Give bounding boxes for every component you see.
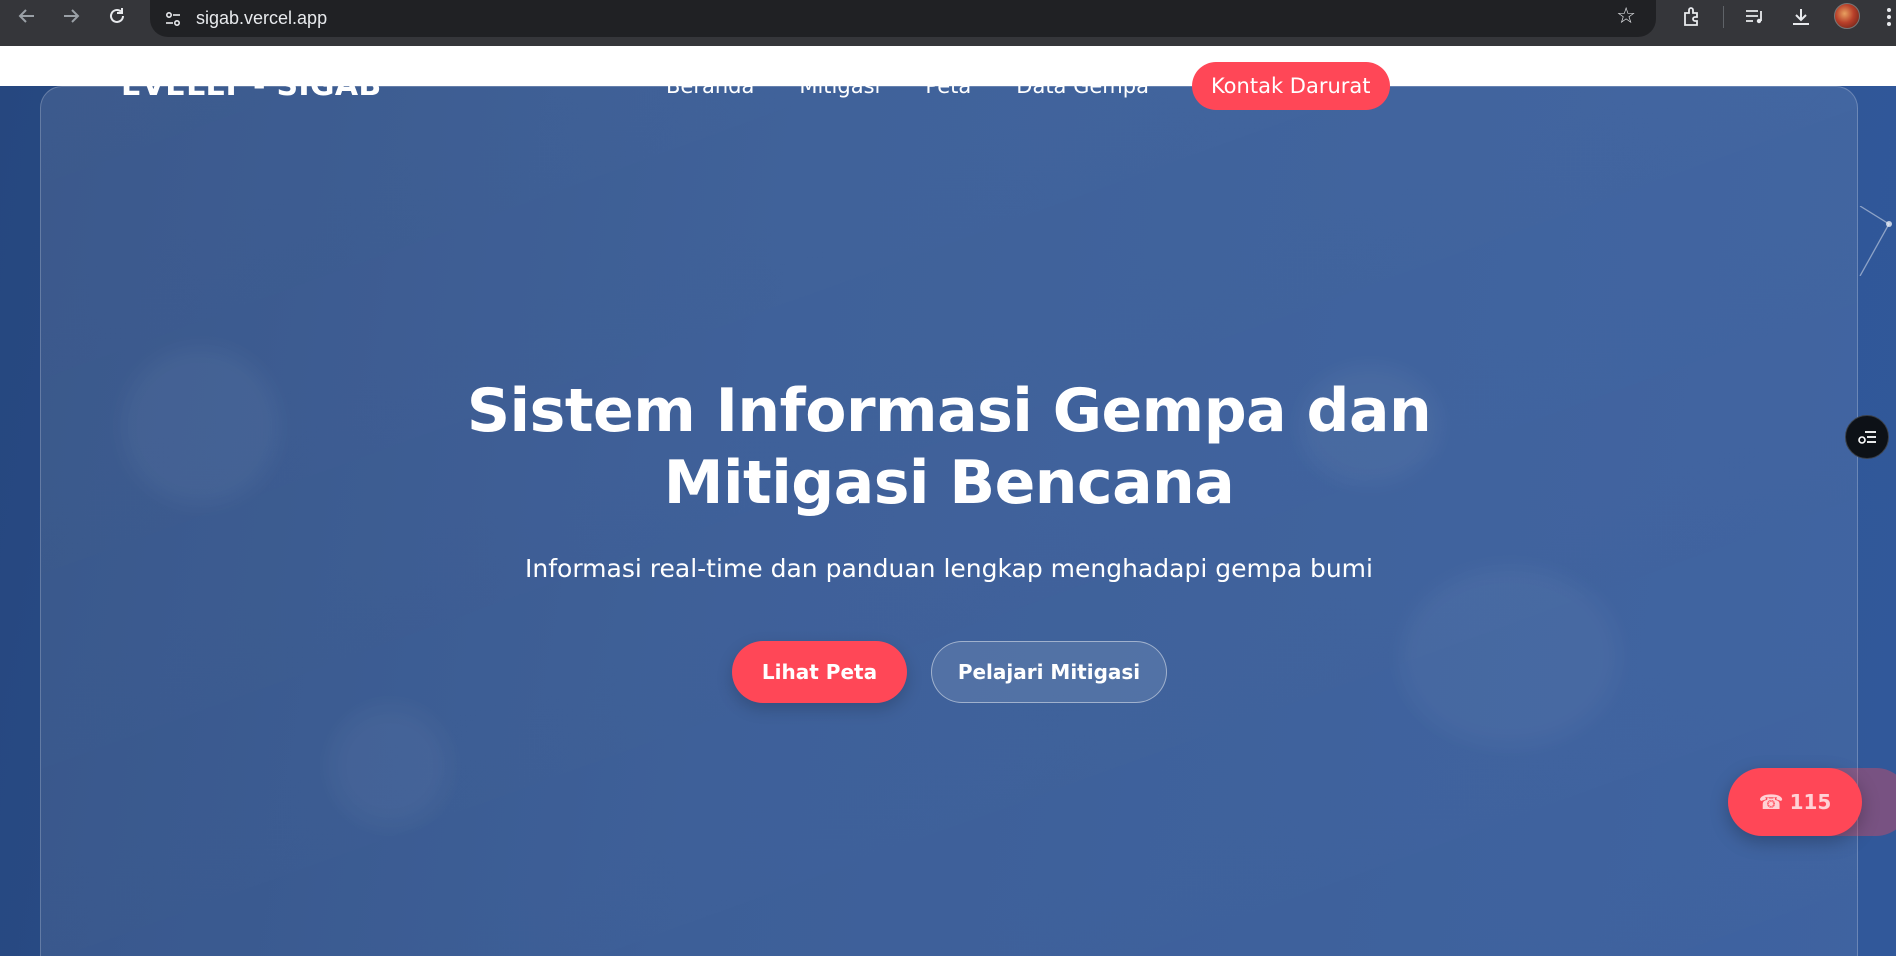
toolbar-divider xyxy=(1723,6,1724,28)
nav-link-peta[interactable]: Peta xyxy=(925,74,971,98)
main-nav: Beranda Mitigasi Peta Data Gempa Kontak … xyxy=(666,61,1390,111)
site-settings-icon[interactable] xyxy=(162,8,184,30)
learn-mitigation-button[interactable]: Pelajari Mitigasi xyxy=(931,641,1167,703)
download-icon[interactable] xyxy=(1784,2,1818,32)
hero-title-line-2: Mitigasi Bencana xyxy=(663,448,1235,518)
network-line-decoration xyxy=(1859,206,1892,276)
hero-title-line-1: Sistem Informasi Gempa dan xyxy=(466,376,1432,446)
view-map-button[interactable]: Lihat Peta xyxy=(732,641,907,703)
emergency-call-button[interactable]: ☎ 115 xyxy=(1728,768,1862,836)
nav-link-data-gempa[interactable]: Data Gempa xyxy=(1016,74,1149,98)
bookmark-star-icon[interactable]: ☆ xyxy=(1616,4,1636,29)
emergency-number: 115 xyxy=(1789,790,1832,814)
forward-arrow-icon[interactable] xyxy=(51,0,91,32)
hero-subtitle: Informasi real-time dan panduan lengkap … xyxy=(525,554,1373,583)
hero-title: Sistem Informasi Gempa dan Mitigasi Benc… xyxy=(0,375,1896,519)
extensions-icon[interactable] xyxy=(1675,2,1709,32)
telephone-icon: ☎ xyxy=(1758,790,1784,814)
hero-section xyxy=(0,86,1896,956)
emergency-contact-button[interactable]: Kontak Darurat xyxy=(1191,62,1390,110)
brand-logo[interactable]: EVELLY - SIGAB xyxy=(121,68,382,103)
url-text[interactable]: sigab.vercel.app xyxy=(196,8,327,29)
address-bar[interactable]: sigab.vercel.app ☆ xyxy=(150,0,1656,37)
reload-icon[interactable] xyxy=(97,0,137,32)
profile-avatar[interactable] xyxy=(1834,3,1860,29)
nav-link-beranda[interactable]: Beranda xyxy=(666,74,754,98)
nav-link-mitigasi[interactable]: Mitigasi xyxy=(799,74,880,98)
reading-list-icon[interactable] xyxy=(1738,2,1772,32)
glass-panel xyxy=(40,86,1858,956)
back-arrow-icon[interactable] xyxy=(7,0,47,32)
more-menu-icon[interactable] xyxy=(1884,6,1894,28)
filter-list-icon[interactable] xyxy=(1845,415,1889,459)
browser-toolbar: sigab.vercel.app ☆ xyxy=(0,0,1896,46)
